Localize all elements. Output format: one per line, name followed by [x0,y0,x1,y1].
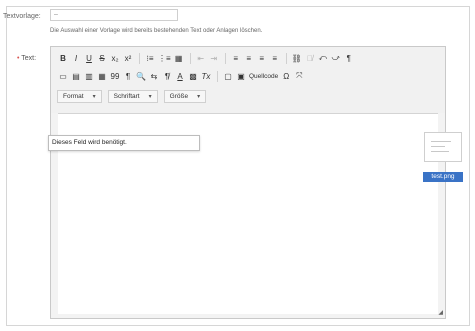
toolbar-separator [189,52,191,64]
size-dropdown-label: Größe [169,92,189,100]
font-dropdown[interactable]: Schriftart ▾ [107,89,158,103]
numbered-list-button[interactable]: ⁝≡ [144,52,156,65]
chevron-down-icon: ▾ [148,93,152,100]
source-code-button[interactable]: Quellcode [248,70,279,83]
format-dropdown[interactable]: Format ▾ [57,89,102,103]
align-right-button[interactable]: ≡ [256,52,268,65]
bulleted-list-button[interactable]: ⋮≡ [157,52,172,65]
rich-text-editor: B I U S x₂ x² ⁝≡ ⋮≡ ▦ ⇤ ⇥ ≡ ≡ ≡ ≡ ⛓ ⛓̸ ⤺… [50,46,446,319]
italic-button[interactable]: I [70,52,82,65]
required-marker: • [17,55,20,62]
background-color-button[interactable]: ▩ [187,70,199,83]
text-label-text: Text: [21,55,37,62]
attachment-thumbnail[interactable] [424,132,462,162]
special-char-button[interactable]: Ω [280,70,292,83]
replace-button[interactable]: ⇆ [148,70,160,83]
toolbar-separator [285,52,287,64]
toolbar-row-3: Format ▾ Schriftart ▾ Größe ▾ [57,89,212,103]
paste-word-button[interactable]: ▦ [96,70,108,83]
indent-button[interactable]: ⇥ [208,52,220,65]
paste-text-button[interactable]: ▥ [83,70,95,83]
remove-format-button[interactable]: Tx [200,70,212,83]
toolbar-separator [224,52,226,64]
size-dropdown[interactable]: Größe ▾ [163,89,207,103]
align-left-button[interactable]: ≡ [230,52,242,65]
underline-button[interactable]: U [83,52,95,65]
align-center-button[interactable]: ≡ [243,52,255,65]
resize-handle-icon[interactable]: ◢ [438,309,443,316]
spellcheck-button[interactable]: ¶̸ [161,70,173,83]
undo-button[interactable]: ⤺ [317,52,329,65]
show-blocks-button[interactable]: ¶ [122,70,134,83]
superscript-button[interactable]: x² [122,52,134,65]
strikethrough-button[interactable]: S [96,52,108,65]
font-dropdown-label: Schriftart [113,92,140,100]
redo-button[interactable]: ⤻ [330,52,342,65]
template-select[interactable]: – [50,9,178,21]
subscript-button[interactable]: x₂ [109,52,121,65]
thumbnail-line [431,141,451,142]
bold-button[interactable]: B [57,52,69,65]
text-label: • Text: [17,55,36,62]
unlink-button[interactable]: ⛓̸ [304,52,316,65]
thumbnail-line [431,146,445,147]
thumbnail-line [431,151,449,152]
validation-tooltip: Dieses Feld wird benötigt. [48,135,200,151]
horizontal-line-button[interactable]: ▤ [70,70,82,83]
format-dropdown-label: Format [63,92,84,100]
editor-toolbar: B I U S x₂ x² ⁝≡ ⋮≡ ▦ ⇤ ⇥ ≡ ≡ ≡ ≡ ⛓ ⛓̸ ⤺… [51,47,445,113]
align-justify-button[interactable]: ≡ [269,52,281,65]
toolbar-row-1: B I U S x₂ x² ⁝≡ ⋮≡ ▦ ⇤ ⇥ ≡ ≡ ≡ ≡ ⛓ ⛓̸ ⤺… [57,51,356,65]
template-label: Textvorlage: [3,13,41,20]
chevron-down-icon: ▾ [197,93,201,100]
paragraph-button[interactable]: ¶ [343,52,355,65]
find-button[interactable]: 🔍 [135,70,147,83]
link-button[interactable]: ⛓ [291,52,303,65]
blockquote-button[interactable]: 99 [109,70,121,83]
toolbar-row-2: ▭ ▤ ▥ ▦ 99 ¶ 🔍 ⇆ ¶̸ A ▩ Tx ▢ ▣ Quellcode… [57,69,306,83]
select-all-button[interactable]: ▢ [222,70,234,83]
attachment-filename[interactable]: test.png [423,172,463,182]
chevron-down-icon: ▾ [92,93,96,100]
toolbar-separator [217,70,218,82]
preview-button[interactable]: ▣ [235,70,247,83]
toolbar-separator [139,52,140,64]
text-color-button[interactable]: A [174,70,186,83]
maximize-button[interactable]: ⤧ [293,70,305,83]
table-button[interactable]: ▦ [173,52,185,65]
image-button[interactable]: ▭ [57,70,69,83]
template-hint: Die Auswahl einer Vorlage wird bereits b… [50,28,263,34]
outdent-button[interactable]: ⇤ [195,52,207,65]
